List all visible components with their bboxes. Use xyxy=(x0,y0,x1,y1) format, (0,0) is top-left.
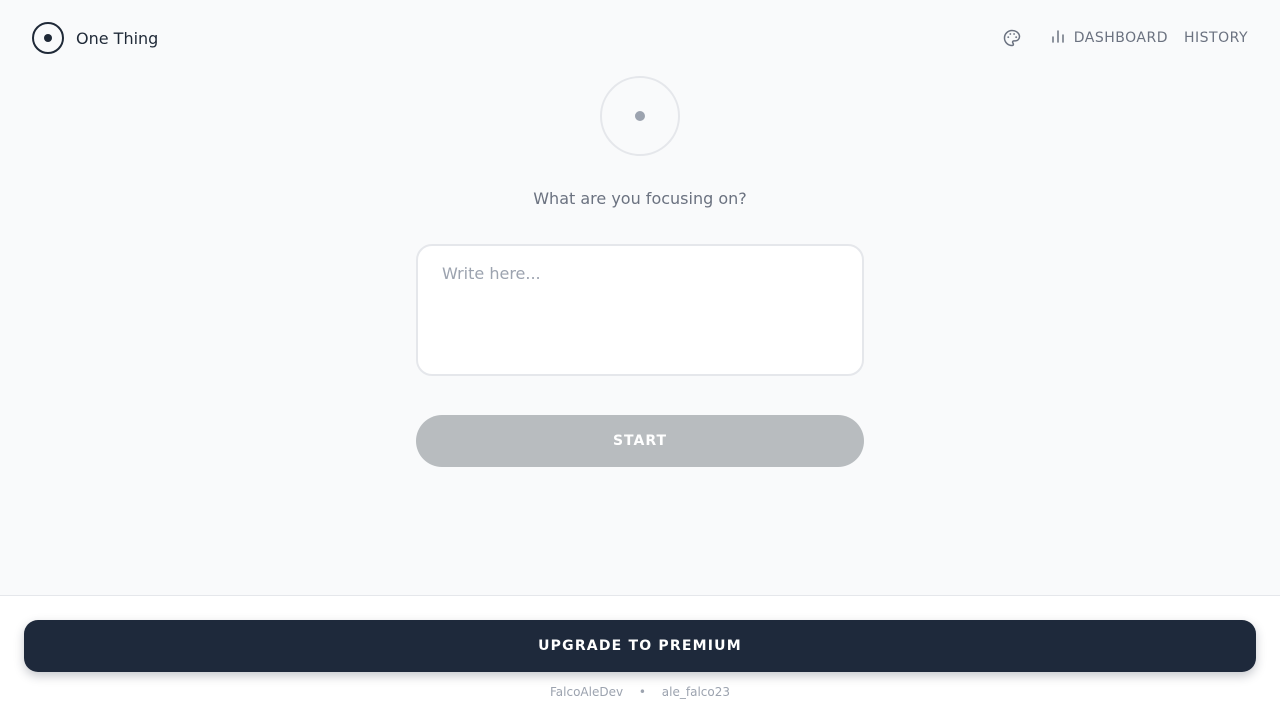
bar-chart-icon xyxy=(1050,28,1066,48)
dashboard-label: DASHBOARD xyxy=(1073,30,1168,46)
brand[interactable]: One Thing xyxy=(32,22,158,54)
nav-dashboard-link[interactable]: DASHBOARD xyxy=(1050,28,1168,48)
start-button[interactable]: START xyxy=(416,415,864,467)
footer: UPGRADE TO PREMIUM FalcoAleDev • ale_fal… xyxy=(0,595,1280,720)
top-nav: DASHBOARD HISTORY xyxy=(1000,26,1248,50)
history-label: HISTORY xyxy=(1184,30,1248,46)
credit-link-ale-falco23[interactable]: ale_falco23 xyxy=(662,685,730,699)
palette-icon[interactable] xyxy=(1000,26,1024,50)
nav-history-link[interactable]: HISTORY xyxy=(1184,30,1248,46)
focus-panel: What are you focusing on? START xyxy=(0,76,1280,595)
upgrade-premium-button[interactable]: UPGRADE TO PREMIUM xyxy=(24,620,1256,672)
credit-link-falcoaledev[interactable]: FalcoAleDev xyxy=(550,685,623,699)
app-name: One Thing xyxy=(76,28,159,48)
focus-dot-icon xyxy=(600,76,680,156)
target-dot-icon xyxy=(32,22,64,54)
app-header: One Thing DASHBOARD HISTORY xyxy=(0,0,1280,76)
focus-input[interactable] xyxy=(416,244,864,376)
focus-question: What are you focusing on? xyxy=(533,189,747,208)
credit-separator: • xyxy=(638,685,646,699)
credits: FalcoAleDev • ale_falco23 xyxy=(0,685,1280,699)
